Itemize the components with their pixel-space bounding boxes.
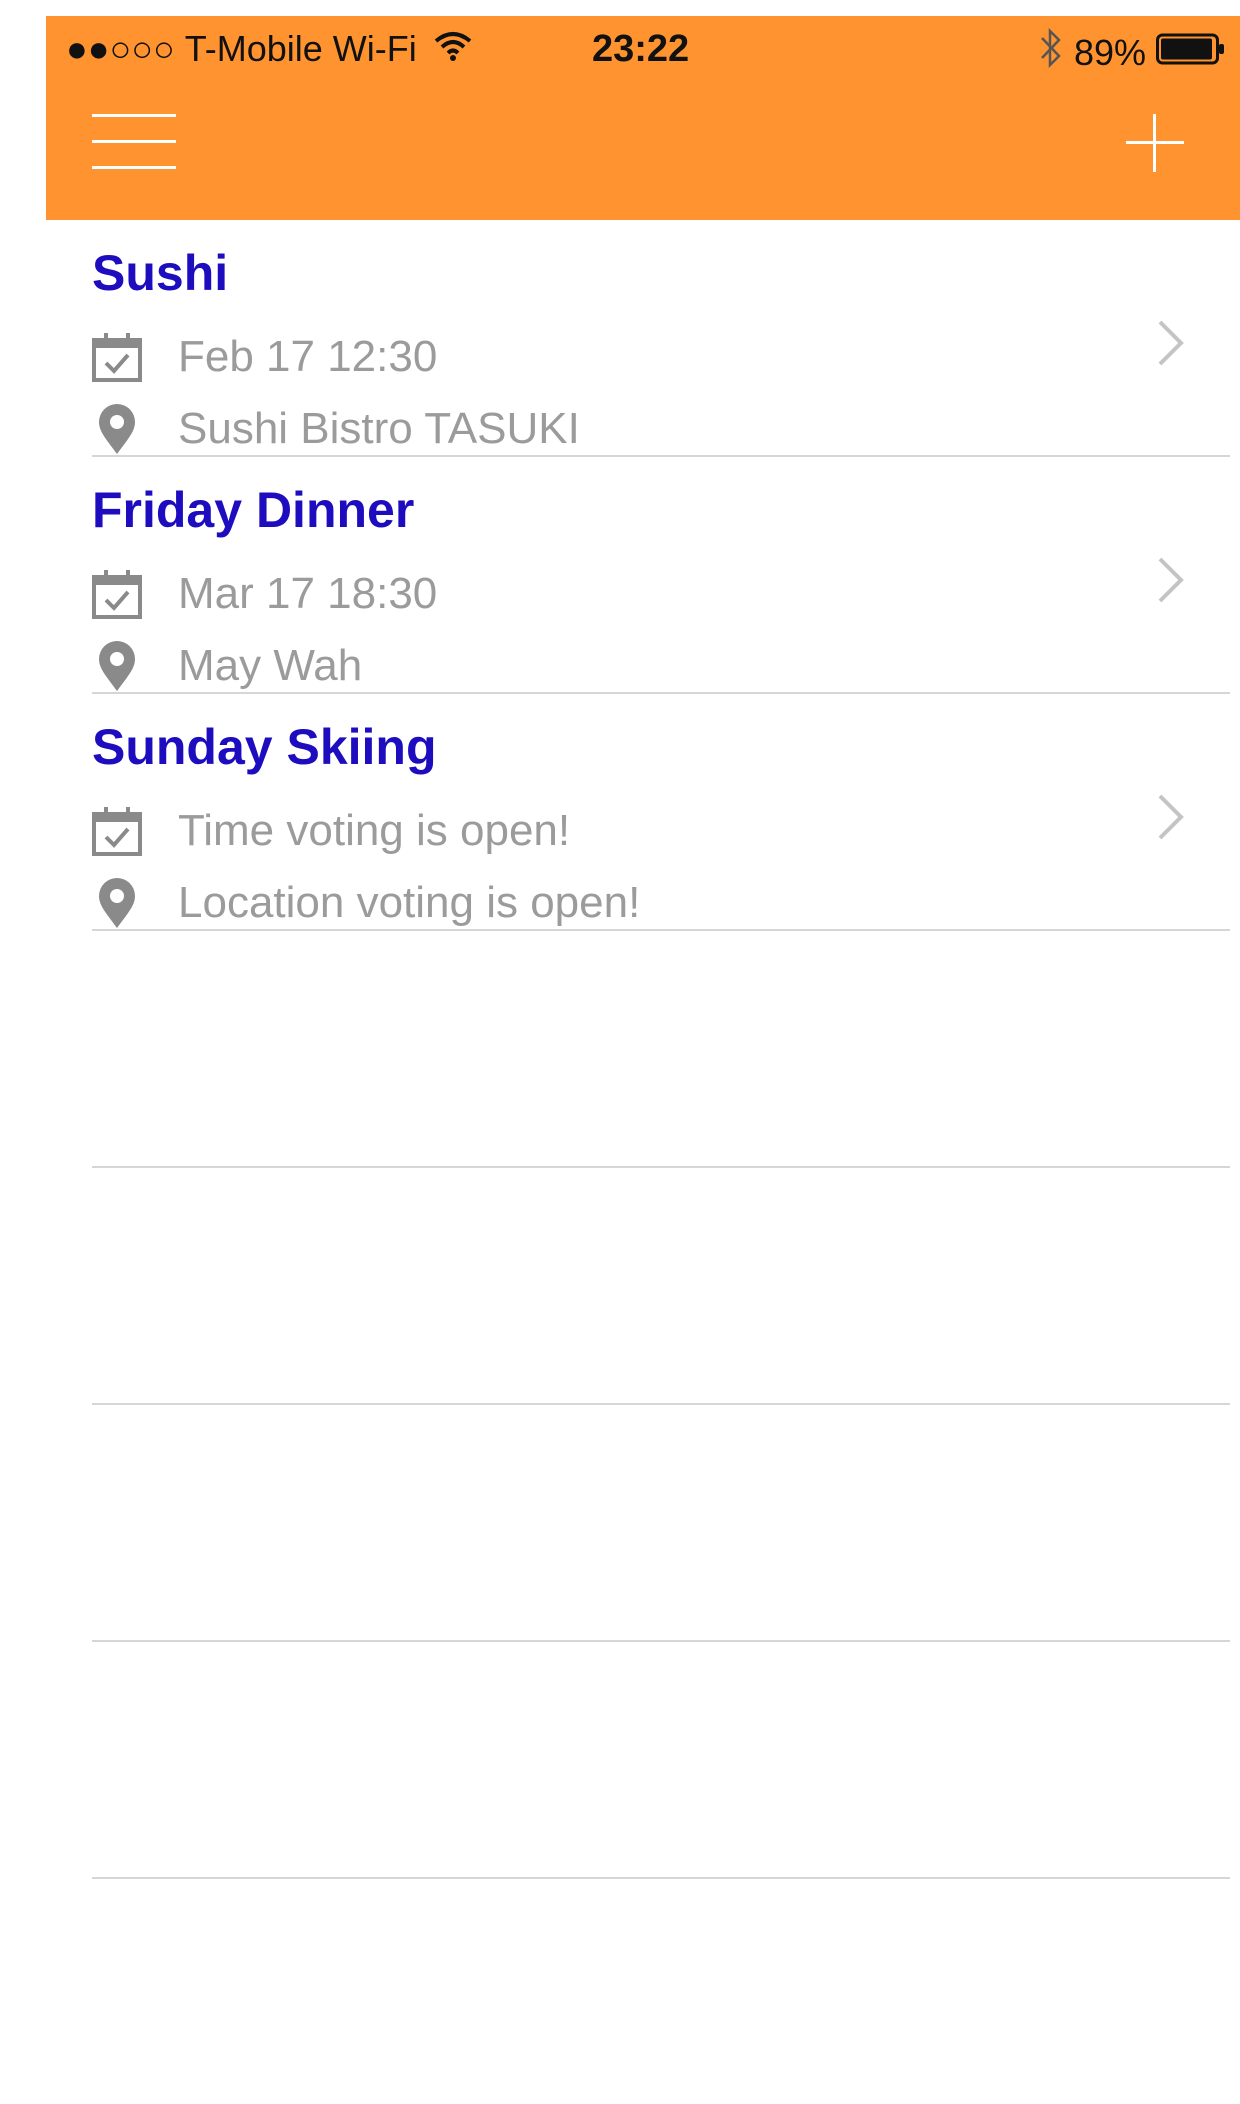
event-row[interactable]: Sushi Feb 17 12:30 Sushi Bistro TASUKI	[0, 220, 1240, 457]
chevron-right-icon	[1156, 318, 1186, 368]
plus-icon[interactable]	[1126, 114, 1184, 172]
location-pin-icon	[90, 876, 144, 930]
event-location: Sushi Bistro TASUKI	[178, 404, 580, 453]
chevron-right-icon	[1156, 555, 1186, 605]
empty-row	[0, 1405, 1240, 1642]
event-title: Sushi	[92, 245, 229, 301]
calendar-check-icon	[90, 330, 144, 384]
event-location: Location voting is open!	[178, 878, 641, 927]
chevron-right-icon	[1156, 792, 1186, 842]
signal-strength: ●●○○○	[66, 28, 175, 69]
event-location: May Wah	[178, 641, 363, 690]
status-left: ●●○○○ T-Mobile Wi-Fi	[66, 28, 473, 70]
location-pin-icon	[90, 639, 144, 693]
event-time: Time voting is open!	[178, 806, 571, 855]
wifi-icon	[433, 28, 473, 70]
navigation-bar	[46, 84, 1240, 220]
event-title: Friday Dinner	[92, 482, 415, 538]
event-row[interactable]: Friday Dinner Mar 17 18:30 May Wah	[0, 457, 1240, 694]
bluetooth-icon	[1040, 27, 1062, 77]
event-time: Mar 17 18:30	[178, 569, 438, 618]
empty-row	[0, 1168, 1240, 1405]
event-location-line: Location voting is open!	[90, 876, 640, 930]
status-right: 89%	[1040, 27, 1226, 77]
event-location-line: May Wah	[90, 639, 362, 693]
event-time-line: Mar 17 18:30	[90, 567, 437, 621]
event-location-line: Sushi Bistro TASUKI	[90, 402, 580, 456]
battery-icon	[1156, 32, 1226, 74]
status-bar: ●●○○○ T-Mobile Wi-Fi 23:22 89%	[46, 16, 1240, 84]
hamburger-menu-icon[interactable]	[92, 114, 176, 174]
empty-row	[0, 931, 1240, 1168]
empty-row	[0, 1642, 1240, 1879]
clock: 23:22	[592, 28, 690, 70]
calendar-check-icon	[90, 567, 144, 621]
carrier-name: T-Mobile Wi-Fi	[184, 28, 417, 69]
event-row[interactable]: Sunday Skiing Time voting is open! Locat…	[0, 694, 1240, 931]
event-time-line: Feb 17 12:30	[90, 330, 437, 384]
event-time-line: Time voting is open!	[90, 804, 570, 858]
calendar-check-icon	[90, 804, 144, 858]
event-time: Feb 17 12:30	[178, 332, 438, 381]
event-title: Sunday Skiing	[92, 719, 437, 775]
location-pin-icon	[90, 402, 144, 456]
app-header: ●●○○○ T-Mobile Wi-Fi 23:22 89%	[46, 16, 1240, 220]
row-divider	[92, 1877, 1230, 1879]
battery-percentage: 89%	[1073, 31, 1146, 73]
